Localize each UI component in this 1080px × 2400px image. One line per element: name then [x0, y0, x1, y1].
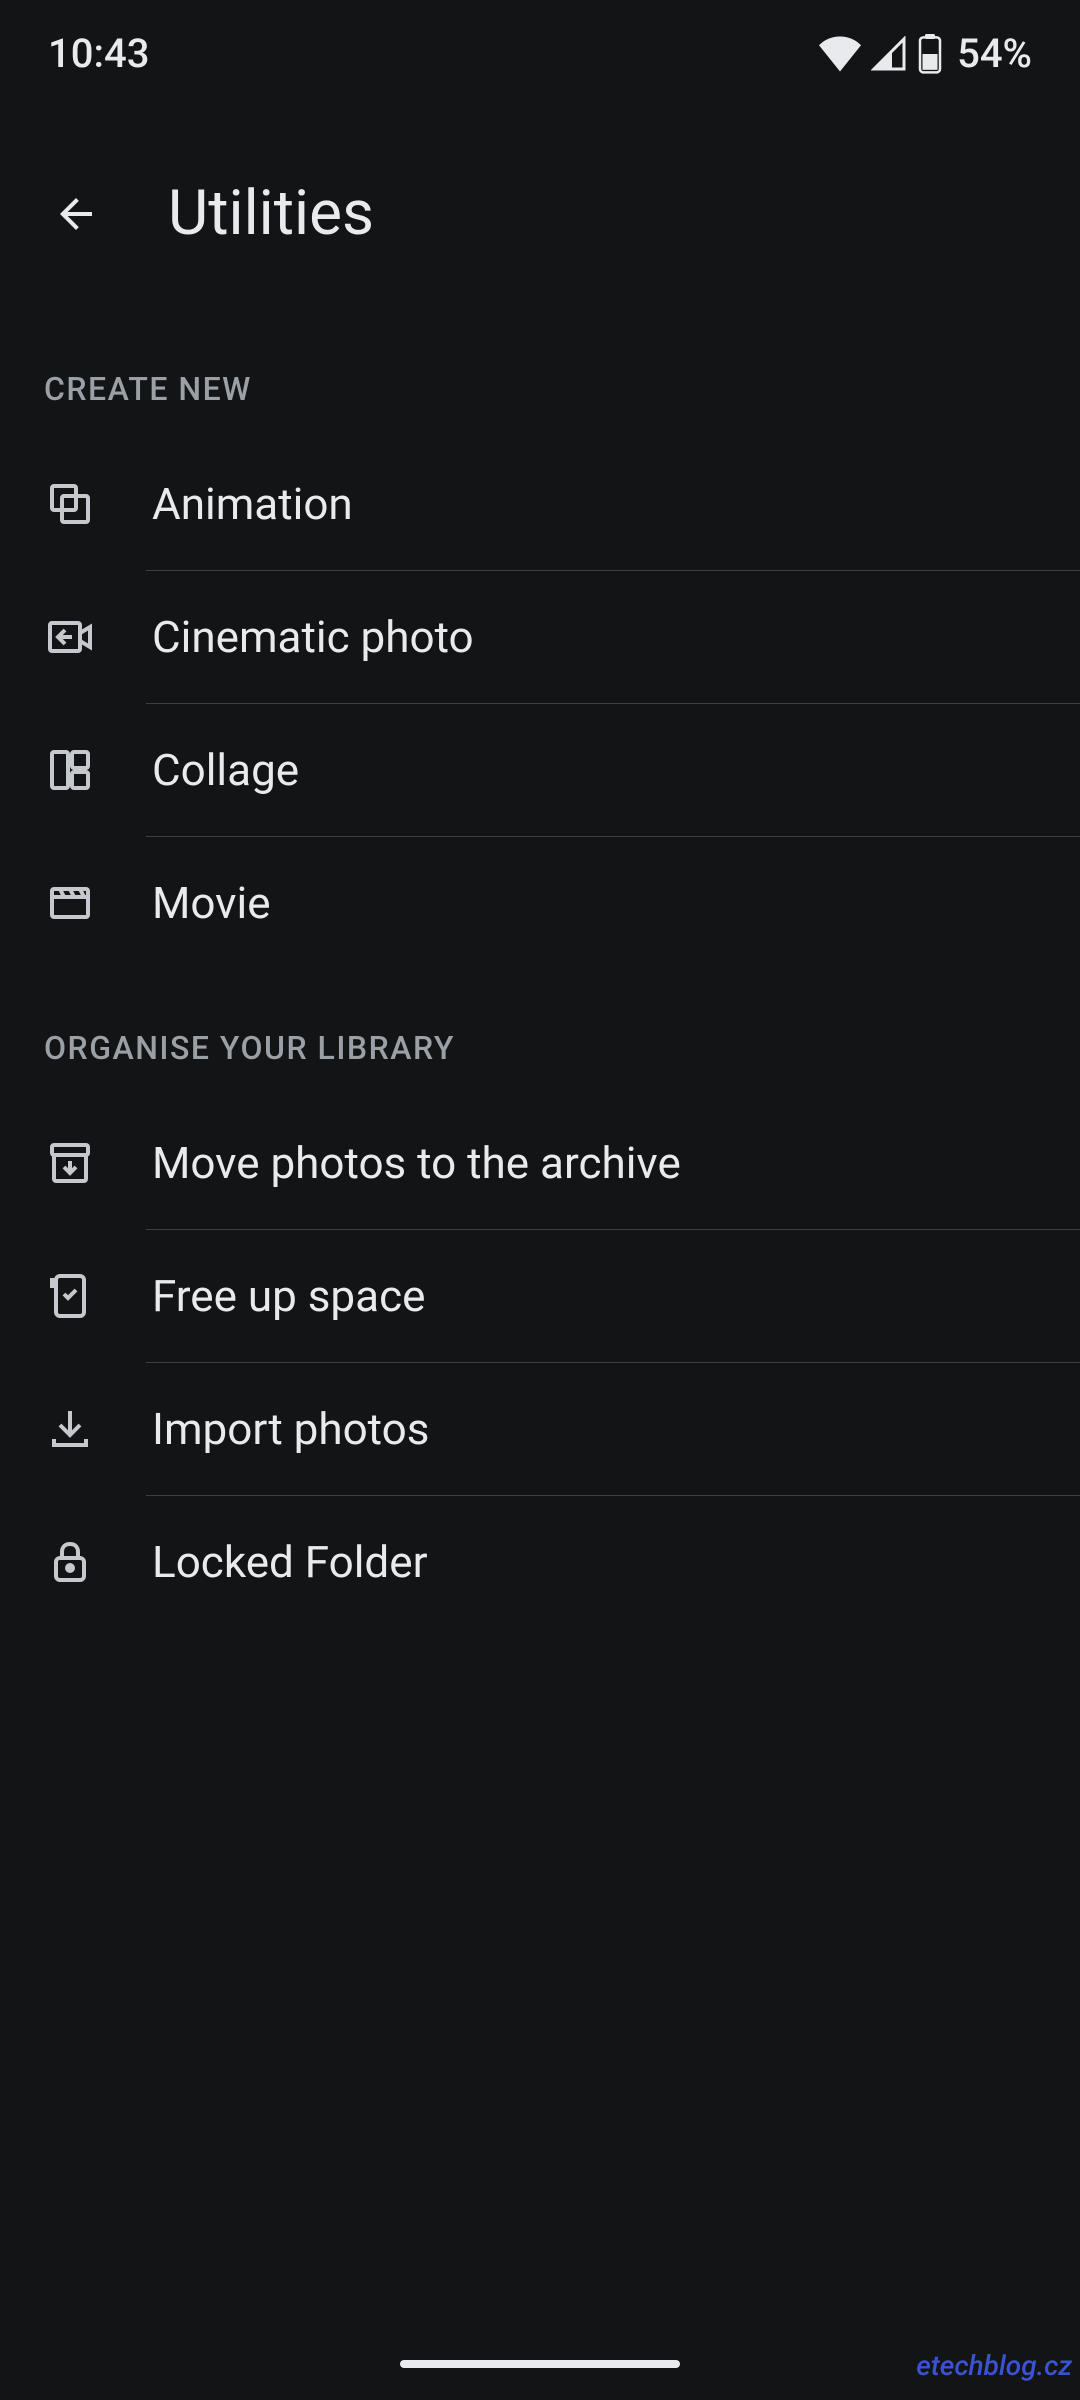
archive-icon	[44, 1137, 96, 1189]
cinematic-photo-icon	[44, 611, 96, 663]
section-header-create: CREATE NEW	[0, 310, 1080, 438]
list-item-cinematic[interactable]: Cinematic photo	[0, 571, 1080, 703]
page-title: Utilities	[168, 177, 374, 250]
list-item-label: Free up space	[152, 1270, 425, 1322]
wifi-icon	[819, 36, 861, 72]
list-item-movie[interactable]: Movie	[0, 837, 1080, 969]
movie-icon	[44, 877, 96, 929]
list-item-collage[interactable]: Collage	[0, 704, 1080, 836]
navigation-handle[interactable]	[400, 2360, 680, 2368]
status-bar: 10:43 54%	[0, 0, 1080, 97]
list-item-free-space[interactable]: Free up space	[0, 1230, 1080, 1362]
animation-icon	[44, 478, 96, 530]
arrow-back-icon	[52, 190, 100, 238]
battery-icon	[917, 34, 943, 74]
watermark: etechblog.cz	[916, 2349, 1072, 2382]
list-item-label: Collage	[152, 744, 299, 796]
list-item-label: Import photos	[152, 1403, 429, 1455]
signal-icon	[871, 36, 907, 72]
lock-icon	[44, 1536, 96, 1588]
section-header-organise: ORGANISE YOUR LIBRARY	[0, 969, 1080, 1097]
list-item-animation[interactable]: Animation	[0, 438, 1080, 570]
list-item-label: Cinematic photo	[152, 611, 474, 663]
list-item-label: Movie	[152, 877, 271, 929]
list-item-locked-folder[interactable]: Locked Folder	[0, 1496, 1080, 1628]
list-item-label: Move photos to the archive	[152, 1137, 681, 1189]
app-header: Utilities	[0, 97, 1080, 310]
list-item-label: Animation	[152, 478, 353, 530]
import-icon	[44, 1403, 96, 1455]
list-item-archive[interactable]: Move photos to the archive	[0, 1097, 1080, 1229]
back-button[interactable]	[48, 186, 104, 242]
free-space-icon	[44, 1270, 96, 1322]
collage-icon	[44, 744, 96, 796]
status-time: 10:43	[48, 30, 149, 77]
list-item-import[interactable]: Import photos	[0, 1363, 1080, 1495]
list-item-label: Locked Folder	[152, 1536, 427, 1588]
status-icons: 54%	[819, 30, 1032, 77]
battery-percent: 54%	[957, 30, 1032, 77]
